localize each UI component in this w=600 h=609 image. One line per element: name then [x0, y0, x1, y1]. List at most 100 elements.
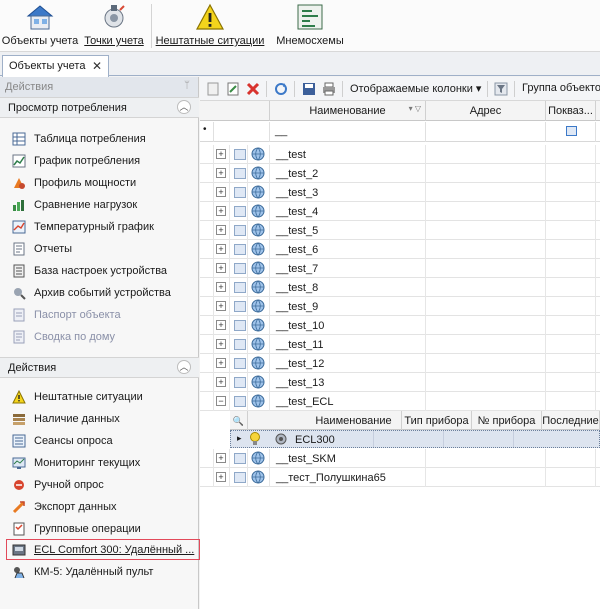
monitoring-icon	[12, 456, 26, 470]
globe-icon	[251, 375, 265, 389]
group-consumption-title: Просмотр потребления	[8, 102, 127, 114]
object-name: __test	[276, 149, 306, 161]
expand-toggle-icon[interactable]: +	[216, 339, 226, 349]
close-icon[interactable]: ✕	[92, 59, 102, 73]
detail-header-cell[interactable]: Последние	[542, 411, 600, 430]
menu-incidents[interactable]: Нештатные ситуации	[0, 386, 199, 408]
detail-header-cell[interactable]: № прибора	[472, 411, 542, 430]
object-group-selector[interactable]: Группа объекто	[522, 82, 600, 94]
expand-toggle-icon[interactable]: +	[216, 377, 226, 387]
table-row[interactable]: + __тест_Полушкина65	[200, 468, 600, 487]
expand-toggle-icon[interactable]: +	[216, 472, 226, 482]
menu-monitoring[interactable]: Мониторинг текущих	[0, 452, 199, 474]
globe-icon	[251, 337, 265, 351]
menu-data-export[interactable]: Экспорт данных	[0, 496, 199, 518]
menu-device-settings-db[interactable]: База настроек устройства	[0, 260, 199, 282]
table-row[interactable]: + __test_8	[200, 278, 600, 297]
columns-dropdown[interactable]: Отображаемые колонки ▾	[350, 82, 481, 95]
print-icon[interactable]	[322, 82, 336, 96]
expand-toggle-icon[interactable]: +	[216, 453, 226, 463]
filter-name-input[interactable]: __	[270, 122, 426, 142]
menu-group-operations[interactable]: Групповые операции	[0, 518, 199, 540]
table-row[interactable]: + __test_12	[200, 354, 600, 373]
filter-row: • __	[200, 122, 600, 142]
table-row[interactable]: + __test_6	[200, 240, 600, 259]
menu-reports[interactable]: Отчеты	[0, 238, 199, 260]
menu-house-summary[interactable]: Сводка по дому	[0, 326, 199, 348]
collapse-chevron-icon[interactable]: ︿	[177, 360, 191, 374]
tab-objects[interactable]: Объекты учета ✕	[2, 55, 109, 77]
expand-toggle-icon[interactable]: +	[216, 244, 226, 254]
menu-device-event-archive[interactable]: Архив событий устройства	[0, 282, 199, 304]
expand-toggle-icon[interactable]: +	[216, 320, 226, 330]
detail-header-cell[interactable]: Тип прибора	[402, 411, 472, 430]
table-row[interactable]: + __test_11	[200, 335, 600, 354]
report-icon	[12, 242, 26, 256]
objects-button[interactable]: Объекты учета	[2, 0, 78, 52]
collapse-chevron-icon[interactable]: ︿	[177, 100, 191, 114]
header-indications[interactable]: Покваз...	[546, 101, 596, 121]
filter-indications-input[interactable]	[546, 122, 596, 142]
expand-toggle-icon[interactable]: −	[216, 396, 226, 406]
table-row[interactable]: + __test_SKM	[200, 449, 600, 468]
detail-search-cell[interactable]: 🔍	[230, 411, 248, 430]
filter-icon[interactable]	[494, 82, 508, 96]
table-row[interactable]: + __test_7	[200, 259, 600, 278]
expand-toggle-icon[interactable]: +	[216, 225, 226, 235]
expand-toggle-icon[interactable]: +	[216, 263, 226, 273]
save-icon[interactable]	[302, 82, 316, 96]
menu-consumption-table[interactable]: Таблица потребления	[0, 128, 199, 150]
manual-poll-icon	[12, 478, 26, 492]
expand-toggle-icon[interactable]: +	[216, 358, 226, 368]
table-row[interactable]: + __test	[200, 145, 600, 164]
table-row[interactable]: + __test_3	[200, 183, 600, 202]
menu-temperature-chart[interactable]: Температурный график	[0, 216, 199, 238]
group-consumption-header[interactable]: Просмотр потребления ︿	[0, 97, 199, 118]
menu-poll-sessions[interactable]: Сеансы опроса	[0, 430, 199, 452]
menu-km5-remote[interactable]: КМ-5: Удалённый пульт	[0, 561, 199, 583]
menu-object-passport[interactable]: Паспорт объекта	[0, 304, 199, 326]
filter-blank-cell	[214, 122, 270, 142]
new-icon[interactable]	[206, 82, 220, 96]
expand-toggle-icon[interactable]: +	[216, 187, 226, 197]
group-actions-title: Действия	[8, 362, 57, 374]
expand-toggle-icon[interactable]: +	[216, 301, 226, 311]
table-row[interactable]: + __test_9	[200, 297, 600, 316]
table-row[interactable]: + __test_5	[200, 221, 600, 240]
edit-icon[interactable]	[226, 82, 240, 96]
expand-toggle-icon[interactable]: +	[216, 206, 226, 216]
mnemoschemes-button[interactable]: Мнемосхемы	[270, 0, 350, 52]
menu-consumption-chart[interactable]: График потребления	[0, 150, 199, 172]
detail-row[interactable]: ▸ ECL300	[230, 430, 600, 448]
group-actions-header[interactable]: Действия ︿	[0, 357, 199, 378]
filter-address-input[interactable]	[426, 122, 546, 142]
table-row[interactable]: − __test_ECL	[200, 392, 600, 411]
points-button[interactable]: Точки учета	[82, 0, 146, 52]
table-row[interactable]: + __test_4	[200, 202, 600, 221]
header-address[interactable]: Адрес	[426, 101, 546, 121]
expand-toggle-icon[interactable]: +	[216, 149, 226, 159]
table-row[interactable]: + __test_10	[200, 316, 600, 335]
menu-load-compare[interactable]: Сравнение нагрузок	[0, 194, 199, 216]
expand-toggle-icon[interactable]: +	[216, 168, 226, 178]
table-row[interactable]: + __test_2	[200, 164, 600, 183]
sort-filter-icon[interactable]: ▾ ▽	[409, 104, 421, 113]
delete-icon[interactable]	[246, 82, 260, 96]
menu-manual-poll[interactable]: Ручной опрос	[0, 474, 199, 496]
document-icon	[234, 472, 246, 483]
detail-header-cell[interactable]: Наименование	[306, 411, 402, 430]
objects-grid: Наименование ▾ ▽ Адрес Покваз... • __ + _…	[200, 101, 600, 609]
expand-toggle-icon[interactable]: +	[216, 282, 226, 292]
object-name: __test_SKM	[276, 453, 336, 465]
object-name: __test_ECL	[276, 396, 334, 408]
menu-power-profile[interactable]: Профиль мощности	[0, 172, 199, 194]
pin-icon[interactable]: ᛘ	[184, 80, 190, 91]
header-name[interactable]: Наименование ▾ ▽	[270, 101, 426, 121]
document-icon	[234, 187, 246, 198]
refresh-icon[interactable]	[274, 82, 288, 96]
incidents-button[interactable]: Нештатные ситуации	[154, 0, 266, 52]
table-row[interactable]: + __test_13	[200, 373, 600, 392]
filter-button-icon[interactable]	[566, 126, 577, 136]
menu-data-availability[interactable]: Наличие данных	[0, 408, 199, 430]
columns-dropdown-label: Отображаемые колонки	[350, 83, 473, 95]
